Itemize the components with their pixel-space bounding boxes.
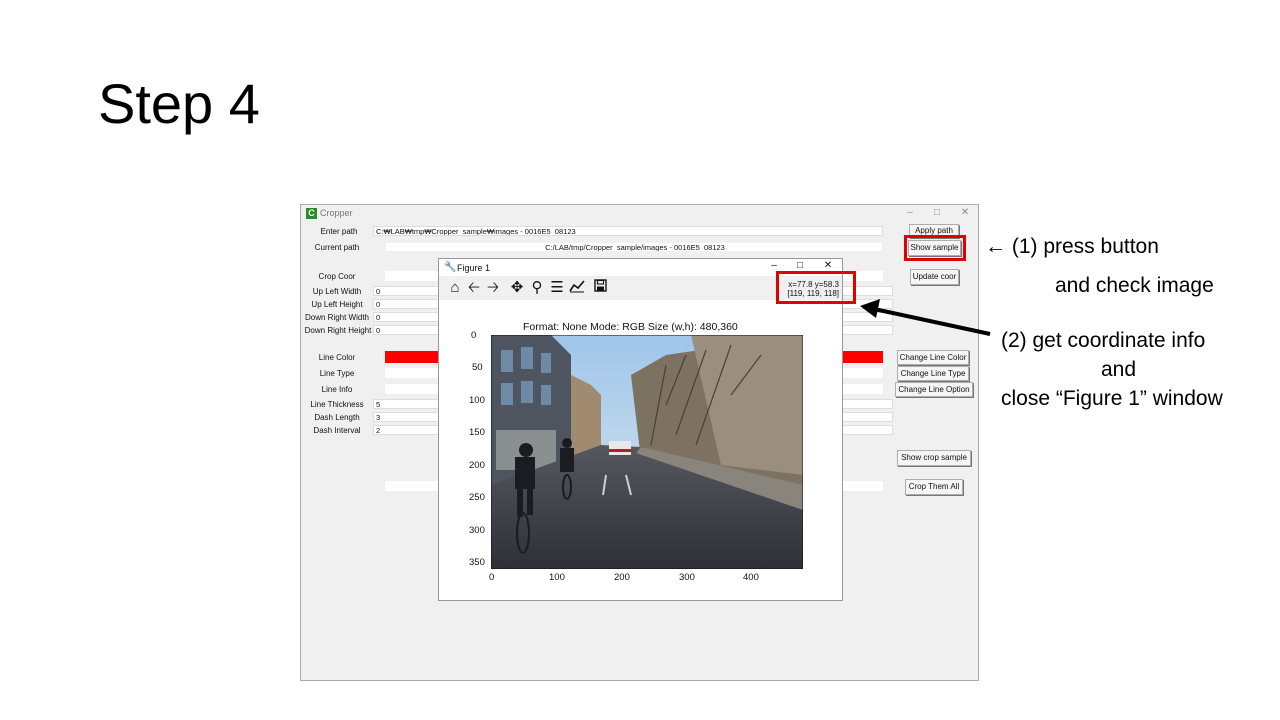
annotation-step-1: ← (1) press button: [985, 235, 1159, 258]
change-line-option-button[interactable]: Change Line Option: [895, 382, 973, 397]
y-tick-label: 50: [472, 362, 483, 373]
line-thickness-label: Line Thickness: [310, 400, 364, 409]
enter-path-input[interactable]: C:₩LAB₩tmp₩Cropper_sample₩images - 0016E…: [373, 226, 883, 236]
figure-app-icon: 🔧: [444, 262, 457, 273]
y-tick-label: 300: [469, 525, 485, 536]
y-tick-label: 350: [469, 557, 485, 568]
x-tick-label: 0: [489, 572, 495, 583]
annotation-step-2-and: and: [1101, 358, 1137, 381]
plot-title: Format: None Mode: RGB Size (w,h): 480,3…: [523, 321, 738, 333]
pan-icon[interactable]: ✥: [508, 279, 526, 297]
configure-subplots-icon[interactable]: ☰: [548, 279, 566, 297]
x-tick-label: 100: [549, 572, 565, 583]
forward-arrow-icon[interactable]: 🡢: [484, 279, 502, 297]
y-tick-label: 0: [471, 330, 477, 341]
figure-minimize-icon[interactable]: –: [767, 260, 781, 271]
annotation-step-2: (2) get coordinate info: [1001, 329, 1206, 352]
dash-length-label: Dash Length: [314, 413, 360, 422]
figure-close-icon[interactable]: ✕: [821, 260, 835, 271]
back-arrow-icon[interactable]: 🡠: [465, 279, 483, 297]
x-tick-label: 200: [614, 572, 630, 583]
coordinate-highlight: [776, 271, 856, 304]
home-icon[interactable]: ⌂: [446, 279, 464, 297]
crop-them-all-button[interactable]: Crop Them All: [905, 479, 963, 495]
y-tick-label: 100: [469, 395, 485, 406]
minimize-icon[interactable]: –: [903, 207, 917, 218]
y-tick-label: 250: [469, 492, 485, 503]
line-info-label: Line Info: [321, 385, 353, 394]
maximize-icon[interactable]: □: [930, 207, 944, 218]
save-icon[interactable]: [591, 279, 609, 297]
down-right-width-label: Down Right Width: [304, 313, 370, 322]
figure-title: Figure 1: [457, 263, 491, 273]
zoom-icon[interactable]: ⚲: [528, 279, 546, 297]
window-title: Cropper: [320, 208, 353, 218]
street-image[interactable]: [491, 335, 803, 569]
annotation-step-2-detail: close “Figure 1” window: [1001, 387, 1223, 410]
up-left-height-label: Up Left Height: [311, 300, 363, 309]
annotation-arrow: [860, 299, 991, 336]
cropper-titlebar: C Cropper – □ ✕: [301, 205, 978, 223]
y-tick-label: 150: [469, 427, 485, 438]
change-line-color-button[interactable]: Change Line Color: [897, 350, 969, 365]
close-icon[interactable]: ✕: [958, 207, 972, 218]
crop-coor-label: Crop Coor: [318, 272, 356, 281]
annotation-step-1-detail: and check image: [1055, 274, 1214, 297]
update-coor-button[interactable]: Update coor: [910, 269, 959, 285]
show-sample-highlight: [904, 235, 966, 261]
up-left-width-label: Up Left Width: [312, 287, 362, 296]
edit-axis-icon[interactable]: [568, 279, 586, 297]
x-tick-label: 400: [743, 572, 759, 583]
current-path-label: Current path: [314, 243, 360, 252]
down-right-height-label: Down Right Height: [304, 326, 372, 335]
line-type-label: Line Type: [319, 369, 355, 378]
figure-maximize-icon[interactable]: □: [793, 260, 807, 271]
app-icon: C: [306, 208, 317, 219]
current-path-display: C:/LAB/tmp/Cropper_sample/images - 0016E…: [385, 242, 883, 252]
slide-title: Step 4: [98, 72, 260, 135]
enter-path-label: Enter path: [320, 227, 358, 236]
x-tick-label: 300: [679, 572, 695, 583]
figure-window: 🔧 Figure 1 – □ ✕ ⌂ 🡠 🡢 ✥ ⚲ ☰ x=77.8 y=58…: [438, 258, 843, 601]
dash-interval-label: Dash Interval: [313, 426, 361, 435]
y-tick-label: 200: [469, 460, 485, 471]
change-line-type-button[interactable]: Change Line Type: [897, 366, 969, 381]
line-color-label: Line Color: [318, 353, 356, 362]
show-crop-sample-button[interactable]: Show crop sample: [897, 450, 971, 466]
